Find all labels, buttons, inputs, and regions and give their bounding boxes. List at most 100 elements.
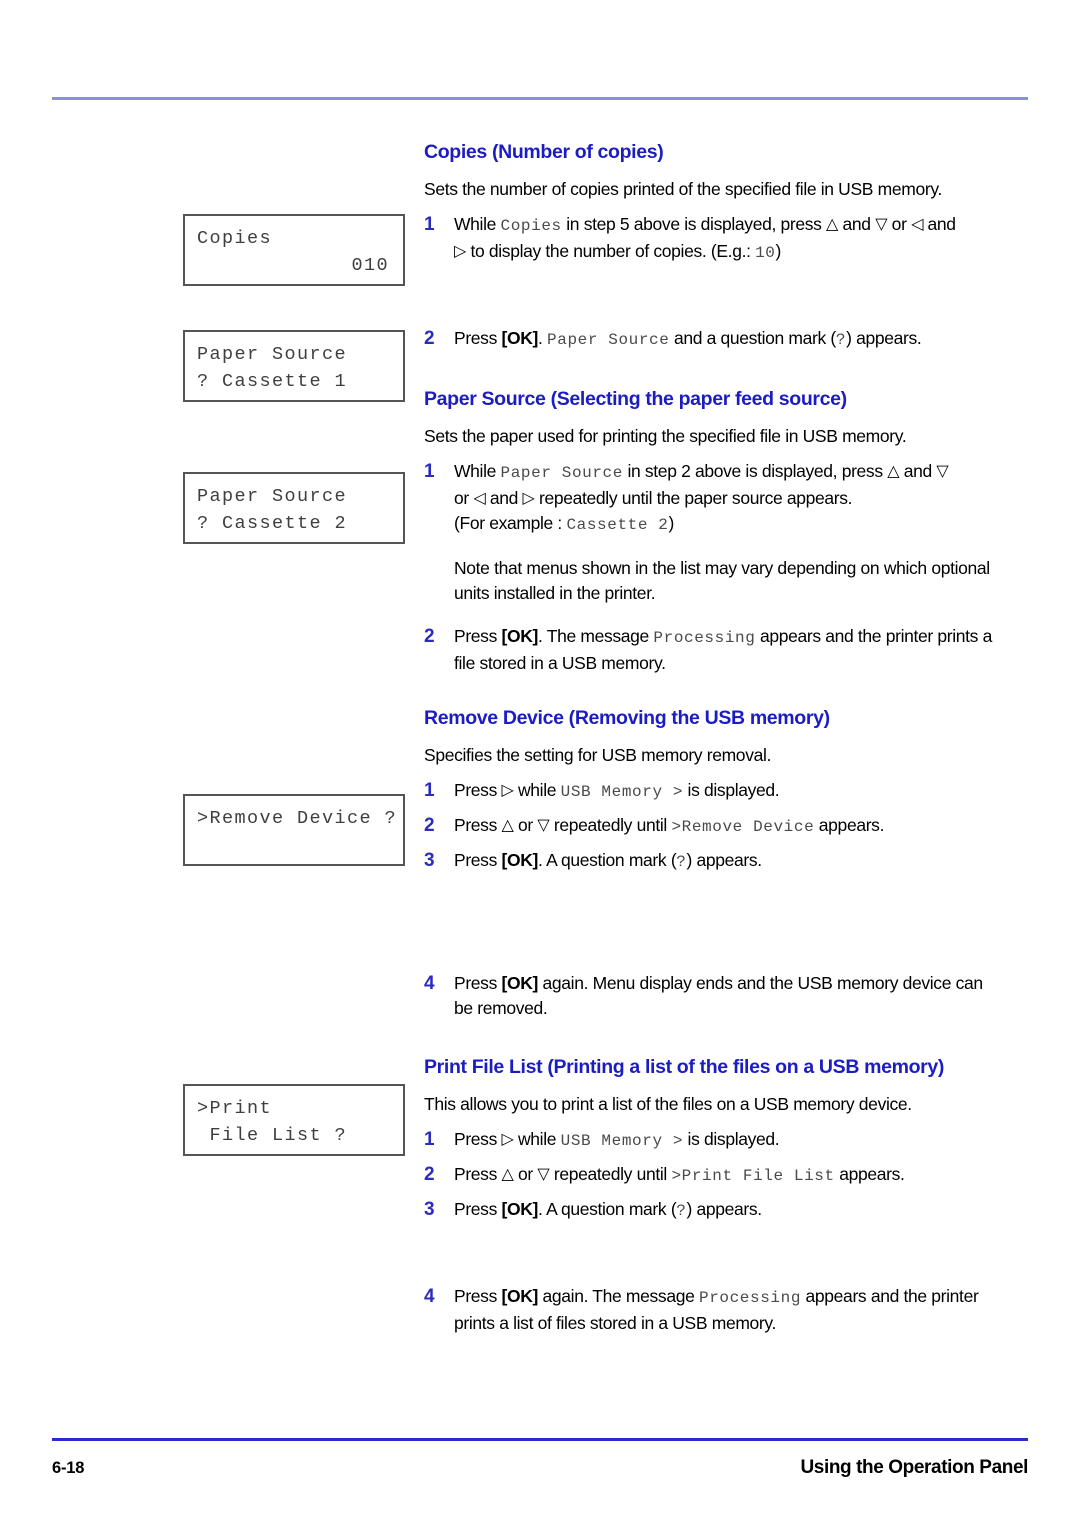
text-fragment: . The message [538, 626, 654, 646]
heading-print-file-list: Print File List (Printing a list of the … [424, 1056, 945, 1078]
lcd-line-2: ? Cassette 2 [197, 513, 348, 534]
text-fragment: while [513, 780, 561, 800]
text-fragment: in step 2 above is displayed, press [622, 461, 888, 481]
step-text: Press [OK]. A question mark (?) appears. [454, 1197, 994, 1224]
text-fragment: Press [454, 973, 502, 993]
text-fragment: and [923, 214, 957, 234]
text-fragment: ) appears. [686, 850, 763, 870]
lcd-line-1: Paper Source [197, 486, 348, 507]
lcd-display-copies: Copies 010 [183, 214, 405, 286]
step-text: While Paper Source in step 2 above is di… [454, 459, 994, 538]
lcd-literal-usb-memory: USB Memory > [560, 1132, 684, 1150]
lcd-literal-usb-memory: USB Memory > [560, 783, 684, 801]
text-fragment: Press [454, 1286, 502, 1306]
lcd-literal-paper-source: Paper Source [547, 331, 670, 349]
lcd-line-2 [197, 832, 391, 859]
step-text: While Copies in step 5 above is displaye… [454, 212, 994, 266]
text-fragment: is displayed. [683, 780, 780, 800]
text-fragment: in step 5 above is displayed, press [561, 214, 827, 234]
step-number: 1 [424, 1129, 435, 1150]
header-rule [52, 97, 1028, 100]
lcd-literal-copies: Copies [500, 217, 562, 235]
text-fragment: Press [454, 815, 502, 835]
step-text: Press △ or ▽ repeatedly until >Remove De… [454, 813, 994, 840]
lcd-literal-paper-source: Paper Source [500, 464, 623, 482]
lcd-display-remove-device: >Remove Device ? [183, 794, 405, 866]
text-fragment: or [454, 488, 474, 508]
footer-section-title: Using the Operation Panel [800, 1457, 1028, 1478]
body-content-column: Copies (Number of copies) Sets the numbe… [424, 140, 994, 1336]
lcd-literal-processing: Processing [653, 629, 756, 647]
step-text: Press [OK]. The message Processing appea… [454, 624, 994, 676]
step-remove-device-2: 2 Press △ or ▽ repeatedly until >Remove … [424, 813, 994, 840]
triangle-left-icon: ◁ [473, 488, 486, 507]
lcd-display-paper-source-cassette-1: Paper Source ? Cassette 1 [183, 330, 405, 402]
step-remove-device-1: 1 Press ▷ while USB Memory > is displaye… [424, 778, 994, 805]
heading-paper-source: Paper Source (Selecting the paper feed s… [424, 388, 847, 410]
lcd-literal-cassette-2: Cassette 2 [566, 516, 669, 534]
lcd-literal-10: 10 [755, 244, 776, 262]
lcd-line-1: Paper Source [197, 344, 348, 365]
step-number: 2 [424, 626, 435, 647]
lcd-literal-remove-device: >Remove Device [671, 818, 815, 836]
triangle-up-icon: △ [501, 1164, 514, 1183]
text-fragment: ) [668, 513, 674, 533]
triangle-right-icon: ▷ [501, 780, 514, 799]
step-copies-1: 1 While Copies in step 5 above is displa… [424, 212, 994, 266]
step-text: Press [OK]. A question mark (?) appears. [454, 848, 994, 875]
text-fragment: (For example : [454, 513, 567, 533]
text-fragment: and [485, 488, 523, 508]
text-fragment: Press [454, 1129, 502, 1149]
text-fragment: Press [454, 626, 502, 646]
text-fragment: ) [775, 241, 782, 261]
lcd-literal-question-mark: ? [676, 1202, 687, 1220]
lcd-line-1: >Print [197, 1098, 273, 1119]
step-print-file-list-4: 4 Press [OK] again. The message Processi… [424, 1284, 994, 1336]
text-fragment: and [899, 461, 937, 481]
step-text: Press ▷ while USB Memory > is displayed. [454, 778, 994, 805]
text-fragment: repeatedly until [549, 1164, 672, 1184]
triangle-down-icon: ▽ [936, 461, 949, 480]
lcd-line-2: ? Cassette 1 [197, 371, 348, 392]
key-label-ok: [OK] [501, 328, 539, 348]
key-label-ok: [OK] [501, 973, 539, 993]
lcd-literal-print-file-list: >Print File List [671, 1167, 835, 1185]
heading-remove-device: Remove Device (Removing the USB memory) [424, 707, 830, 729]
step-text: Press [OK] again. The message Processing… [454, 1284, 994, 1336]
step-print-file-list-3: 3 Press [OK]. A question mark (?) appear… [424, 1197, 994, 1224]
step-number: 3 [424, 850, 435, 871]
step-number: 1 [424, 214, 435, 235]
triangle-right-icon: ▷ [501, 1129, 514, 1148]
lcd-literal-question-mark: ? [835, 331, 847, 349]
step-number: 4 [424, 1286, 435, 1307]
text-fragment: while [513, 1129, 561, 1149]
step-number: 2 [424, 328, 435, 349]
triangle-down-icon: ▽ [537, 815, 550, 834]
intro-copies: Sets the number of copies printed of the… [424, 179, 942, 199]
step-text: Press [OK] again. Menu display ends and … [454, 971, 994, 1021]
step-copies-2: 2 Press [OK]. Paper Source and a questio… [424, 326, 994, 353]
step-print-file-list-1: 1 Press ▷ while USB Memory > is displaye… [424, 1127, 994, 1154]
step-number: 2 [424, 815, 435, 836]
key-label-ok: [OK] [501, 626, 539, 646]
text-fragment: or [513, 815, 538, 835]
step-paper-source-2: 2 Press [OK]. The message Processing app… [424, 624, 994, 676]
step-remove-device-4: 4 Press [OK] again. Menu display ends an… [424, 971, 994, 1021]
text-fragment: repeatedly until [549, 815, 672, 835]
text-fragment: ) appears. [686, 1199, 763, 1219]
step-number: 3 [424, 1199, 435, 1220]
triangle-down-icon: ▽ [875, 214, 888, 233]
step-print-file-list-2: 2 Press △ or ▽ repeatedly until >Print F… [424, 1162, 994, 1189]
step-remove-device-3: 3 Press [OK]. A question mark (?) appear… [424, 848, 994, 875]
step-text: Press [OK]. Paper Source and a question … [454, 326, 994, 353]
key-label-ok: [OK] [501, 1199, 539, 1219]
text-fragment: . [538, 328, 548, 348]
step-number: 2 [424, 1164, 435, 1185]
heading-copies: Copies (Number of copies) [424, 141, 664, 163]
step-number: 4 [424, 973, 435, 994]
triangle-up-icon: △ [826, 214, 839, 233]
key-label-ok: [OK] [501, 850, 539, 870]
triangle-left-icon: ◁ [911, 214, 924, 233]
text-fragment: and a question mark ( [669, 328, 836, 348]
footer-rule [52, 1438, 1028, 1441]
